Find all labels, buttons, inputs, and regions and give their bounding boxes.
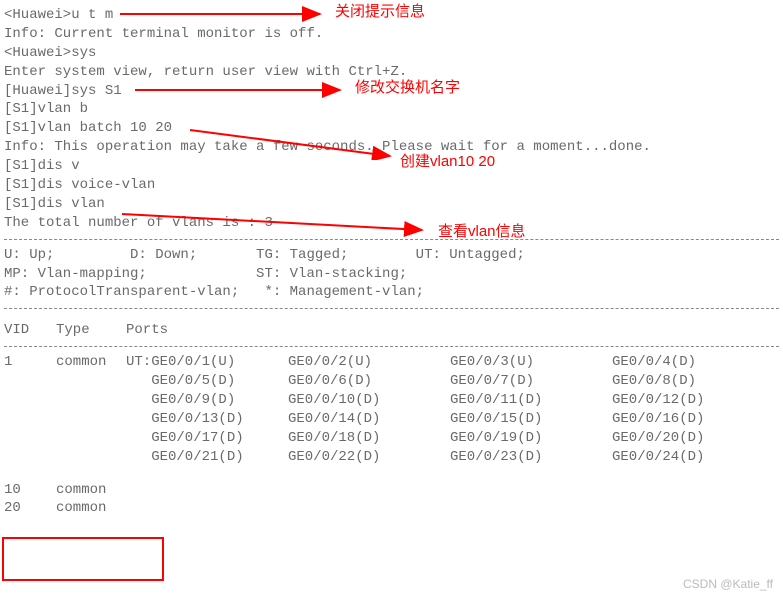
vlan10-vid: 10: [4, 481, 56, 500]
term-line-3: <Huawei>sys: [4, 44, 779, 63]
vlan20-type: common: [56, 499, 126, 518]
port-cell: GE0/0/7(D): [450, 372, 612, 391]
port-cell: GE0/0/9(D): [126, 391, 288, 410]
term-line-2: Info: Current terminal monitor is off.: [4, 25, 779, 44]
annotation-rename-switch: 修改交换机名字: [355, 78, 460, 98]
table-row: GE0/0/21(D) GE0/0/22(D) GE0/0/23(D) GE0/…: [4, 448, 774, 467]
port-cell: GE0/0/8(D): [612, 372, 774, 391]
port-cell: GE0/0/13(D): [126, 410, 288, 429]
port-cell: GE0/0/6(D): [288, 372, 450, 391]
port-cell: GE0/0/2(U): [288, 353, 450, 372]
port-cell: GE0/0/4(D): [612, 353, 774, 372]
hdr-ports: Ports: [126, 321, 288, 340]
divider: [4, 308, 779, 309]
term-line-10: [S1]dis voice-vlan: [4, 176, 779, 195]
legend-2: MP: Vlan-mapping; ST: Vlan-stacking;: [4, 265, 779, 284]
divider: [4, 346, 779, 347]
port-cell: GE0/0/3(U): [450, 353, 612, 372]
port-cell: GE0/0/5(D): [126, 372, 288, 391]
port-cell: GE0/0/17(D): [126, 429, 288, 448]
port-cell: GE0/0/16(D): [612, 410, 774, 429]
port-cell: GE0/0/22(D): [288, 448, 450, 467]
vlan20-vid: 20: [4, 499, 56, 518]
vlan-1-table: 1 common UT:GE0/0/1(U) GE0/0/2(U) GE0/0/…: [4, 353, 774, 466]
vlan1-type: common: [56, 353, 126, 372]
legend-1: U: Up; D: Down; TG: Tagged; UT: Untagged…: [4, 246, 779, 265]
legend-3: #: ProtocolTransparent-vlan; *: Manageme…: [4, 283, 779, 302]
term-line-8: Info: This operation may take a few seco…: [4, 138, 779, 157]
port-cell: GE0/0/20(D): [612, 429, 774, 448]
term-line-6: [S1]vlan b: [4, 100, 779, 119]
table-row: GE0/0/9(D) GE0/0/10(D) GE0/0/11(D) GE0/0…: [4, 391, 774, 410]
extra-vlan-table: 10 common 20 common: [4, 481, 126, 519]
port-cell: UT:GE0/0/1(U): [126, 353, 288, 372]
port-cell: GE0/0/18(D): [288, 429, 450, 448]
watermark: CSDN @Katie_ff: [683, 576, 773, 592]
vlan-header-row: VID Type Ports: [4, 321, 774, 340]
highlight-box-new-vlans: [2, 537, 164, 581]
table-row: GE0/0/13(D) GE0/0/14(D) GE0/0/15(D) GE0/…: [4, 410, 774, 429]
term-line-12: The total number of vlans is : 3: [4, 214, 779, 233]
port-cell: GE0/0/12(D): [612, 391, 774, 410]
table-row: GE0/0/17(D) GE0/0/18(D) GE0/0/19(D) GE0/…: [4, 429, 774, 448]
port-cell: GE0/0/14(D): [288, 410, 450, 429]
term-line-9: [S1]dis v: [4, 157, 779, 176]
term-line-7: [S1]vlan batch 10 20: [4, 119, 779, 138]
port-cell: GE0/0/21(D): [126, 448, 288, 467]
port-cell: GE0/0/11(D): [450, 391, 612, 410]
annotation-close-prompt: 关闭提示信息: [335, 2, 425, 22]
port-cell: GE0/0/23(D): [450, 448, 612, 467]
vlan10-type: common: [56, 481, 126, 500]
table-row: 1 common UT:GE0/0/1(U) GE0/0/2(U) GE0/0/…: [4, 353, 774, 372]
port-cell: GE0/0/10(D): [288, 391, 450, 410]
port-cell: GE0/0/24(D): [612, 448, 774, 467]
table-row: 10 common: [4, 481, 126, 500]
hdr-type: Type: [56, 321, 126, 340]
port-cell: GE0/0/15(D): [450, 410, 612, 429]
hdr-vid: VID: [4, 321, 56, 340]
table-row: 20 common: [4, 499, 126, 518]
vlan1-vid: 1: [4, 353, 56, 372]
port-cell: GE0/0/19(D): [450, 429, 612, 448]
annotation-view-vlan: 查看vlan信息: [438, 222, 526, 242]
table-row: GE0/0/5(D) GE0/0/6(D) GE0/0/7(D) GE0/0/8…: [4, 372, 774, 391]
divider: [4, 239, 779, 240]
term-line-11: [S1]dis vlan: [4, 195, 779, 214]
annotation-create-vlan: 创建vlan10 20: [400, 152, 495, 172]
